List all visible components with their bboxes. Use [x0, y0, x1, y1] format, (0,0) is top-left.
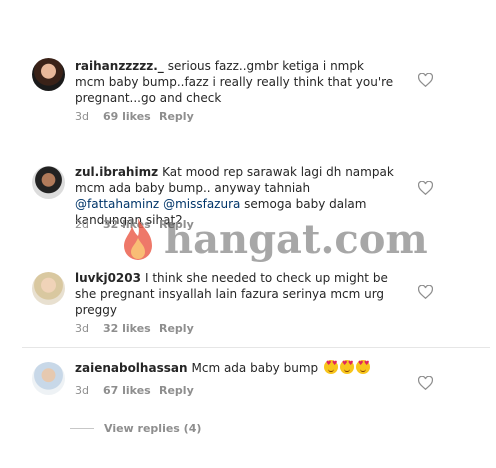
comment-likes[interactable]: 67 likes [103, 384, 159, 397]
comment-text: zaienabolhassan Mcm ada baby bump [75, 360, 395, 376]
heart-eyes-emoji [355, 360, 370, 374]
comment-meta: 2d 32 likes Reply [75, 218, 194, 231]
comment-text: raihanzzzzz._ serious fazz..gmbr ketiga i… [75, 58, 395, 106]
mention-link[interactable]: @fattahaminz [75, 197, 159, 211]
comment-body: Mcm ada baby bump [191, 361, 319, 375]
comment-username[interactable]: luvkj0203 [75, 271, 141, 285]
reply-button[interactable]: Reply [159, 384, 194, 397]
comment-text: luvkj0203 I think she needed to check up … [75, 270, 395, 318]
like-heart-icon[interactable] [418, 285, 433, 299]
avatar[interactable] [32, 166, 65, 199]
heart-eyes-emoji [323, 360, 338, 374]
comment-time[interactable]: 2d [75, 218, 103, 231]
comment-likes[interactable]: 32 likes [103, 322, 159, 335]
comment-likes[interactable]: 32 likes [103, 218, 159, 231]
avatar[interactable] [32, 58, 65, 91]
reply-button[interactable]: Reply [159, 110, 194, 123]
comment-time[interactable]: 3d [75, 322, 103, 335]
view-replies-line [70, 428, 94, 429]
avatar[interactable] [32, 362, 65, 395]
comment-time[interactable]: 3d [75, 110, 103, 123]
comment-likes[interactable]: 69 likes [103, 110, 159, 123]
reply-button[interactable]: Reply [159, 322, 194, 335]
comment-meta: 3d 69 likes Reply [75, 110, 194, 123]
comment-meta: 3d 67 likes Reply [75, 384, 194, 397]
comment-username[interactable]: zaienabolhassan [75, 361, 188, 375]
avatar[interactable] [32, 272, 65, 305]
like-heart-icon[interactable] [418, 73, 433, 87]
reply-button[interactable]: Reply [159, 218, 194, 231]
heart-eyes-emoji [339, 360, 354, 374]
divider [22, 347, 490, 348]
view-replies-button[interactable]: View replies (4) [70, 422, 201, 435]
comment-username[interactable]: zul.ibrahimz [75, 165, 158, 179]
comment-time[interactable]: 3d [75, 384, 103, 397]
view-replies-label: View replies (4) [104, 422, 202, 435]
comment-username[interactable]: raihanzzzzz._ [75, 59, 164, 73]
like-heart-icon[interactable] [418, 376, 433, 390]
comment-meta: 3d 32 likes Reply [75, 322, 194, 335]
mention-link[interactable]: @missfazura [163, 197, 240, 211]
like-heart-icon[interactable] [418, 181, 433, 195]
